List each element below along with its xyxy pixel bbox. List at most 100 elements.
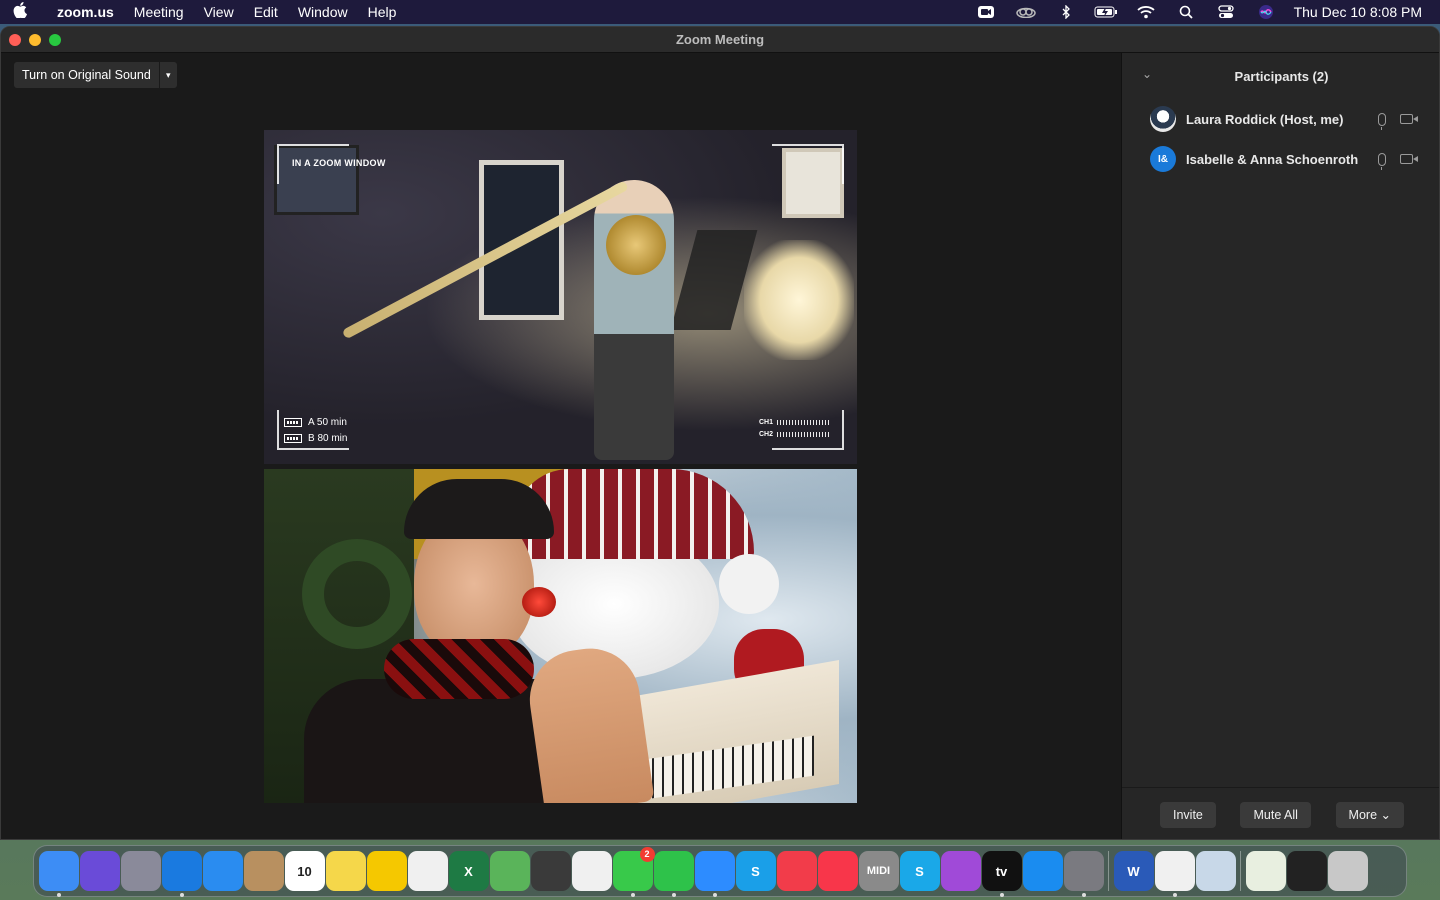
camera-icon[interactable] (1400, 154, 1418, 164)
dock: 10 X 2 S MIDI Stv W (33, 845, 1407, 897)
camera-icon[interactable] (1400, 114, 1418, 124)
host-scarf (384, 639, 534, 699)
menu-edit[interactable]: Edit (244, 0, 288, 24)
dock-music-icon[interactable] (817, 851, 858, 891)
battery-icon (284, 434, 302, 443)
dock-chrome-icon[interactable] (1154, 851, 1195, 897)
dock-excel-icon[interactable]: X (448, 851, 489, 891)
wifi-icon[interactable] (1126, 0, 1166, 24)
menu-window[interactable]: Window (288, 0, 358, 24)
overlay-channel-1: CH1 (759, 419, 829, 426)
dock-cloud-icon[interactable] (366, 851, 407, 891)
zoom-status-icon[interactable] (966, 0, 1006, 24)
menu-bar-clock[interactable]: Thu Dec 10 8:08 PM (1286, 4, 1440, 20)
menu-app-name[interactable]: zoom.us (40, 0, 124, 24)
dock-icon-label: MIDI (866, 865, 891, 877)
dock-app-store-icon[interactable] (1022, 851, 1063, 891)
window-title: Zoom Meeting (675, 32, 765, 47)
dock-screenshot-folder-icon[interactable] (1286, 851, 1327, 891)
dock-maps-icon[interactable] (489, 851, 530, 891)
dock-finder-icon[interactable] (38, 851, 79, 897)
running-indicator (1172, 893, 1177, 897)
wreath (302, 539, 412, 649)
close-window-button[interactable] (9, 34, 21, 46)
battery-icon[interactable] (1086, 0, 1126, 24)
menu-bar: zoom.us Meeting View Edit Window Help Th… (0, 0, 1440, 24)
menu-meeting[interactable]: Meeting (124, 0, 194, 24)
mute-all-button[interactable]: Mute All (1240, 801, 1311, 828)
running-indicator (712, 893, 717, 897)
original-sound-button[interactable]: Turn on Original Sound (14, 62, 159, 88)
dock-launchpad-icon[interactable] (120, 851, 161, 891)
dock-notes-icon[interactable] (325, 851, 366, 891)
siri-icon[interactable] (1246, 0, 1286, 24)
channel-1-label: CH1 (758, 419, 773, 426)
dock-photos-icon[interactable] (571, 851, 612, 891)
dock-messages-icon[interactable]: 2 (612, 847, 655, 897)
bluetooth-icon[interactable] (1046, 0, 1086, 24)
dock-podcasts-icon[interactable] (940, 851, 981, 891)
apple-menu-icon[interactable] (0, 1, 40, 23)
creative-cloud-icon[interactable] (1006, 0, 1046, 24)
spotlight-icon[interactable] (1166, 0, 1206, 24)
participants-footer: Invite Mute All More ⌄ (1122, 787, 1439, 839)
fullscreen-window-button[interactable] (49, 34, 61, 46)
dock-contacts-icon[interactable] (243, 851, 284, 891)
participant-status-icons (1378, 112, 1418, 130)
dock-preview-icon[interactable] (1195, 851, 1236, 891)
participant-row[interactable]: I& Isabelle & Anna Schoenroth (1122, 139, 1439, 179)
dock-calculator-icon[interactable] (530, 851, 571, 891)
dock-zoom-icon[interactable] (694, 851, 735, 897)
dock-separator (1240, 851, 1241, 891)
invite-button[interactable]: Invite (1160, 801, 1216, 828)
dock-mail-icon[interactable] (202, 851, 243, 891)
control-center-icon[interactable] (1206, 0, 1246, 24)
dock-scrobbles-icon[interactable]: S (899, 851, 940, 891)
battery-b-label: B 80 min (308, 433, 348, 444)
dock-safari-icon[interactable] (161, 851, 202, 897)
dock-news-icon[interactable] (776, 851, 817, 891)
menu-view[interactable]: View (194, 0, 244, 24)
menu-help[interactable]: Help (358, 0, 407, 24)
lamp-glow (744, 240, 854, 360)
dock-icon-label: S (751, 863, 760, 879)
battery-icon (284, 418, 302, 427)
notification-badge: 2 (639, 847, 655, 862)
trombone-bell (606, 215, 666, 275)
viewfinder-corner (277, 410, 349, 450)
dock-calendar-icon[interactable]: 10 (284, 851, 325, 891)
running-indicator (179, 893, 184, 897)
dock-siri-icon[interactable] (79, 851, 120, 891)
dock-html-file-icon[interactable] (1245, 851, 1286, 891)
participant-row[interactable]: Laura Roddick (Host, me) (1122, 99, 1439, 139)
dock-trash-icon[interactable] (1327, 851, 1368, 891)
original-sound-control: Turn on Original Sound ▾ (14, 62, 177, 88)
dock-reminders-icon[interactable] (407, 851, 448, 891)
dock-midi-icon[interactable]: MIDI (858, 851, 899, 891)
microphone-icon[interactable] (1378, 152, 1386, 170)
dock-apple-tv-icon[interactable]: tv (981, 851, 1022, 897)
channel-2-label: CH2 (758, 431, 773, 438)
running-indicator (671, 893, 676, 897)
microphone-icon[interactable] (1378, 112, 1386, 130)
original-sound-dropdown-icon[interactable]: ▾ (158, 62, 177, 88)
menu-bar-left: zoom.us Meeting View Edit Window Help (0, 0, 406, 24)
dock-facetime-icon[interactable] (653, 851, 694, 897)
participant-name: Laura Roddick (Host, me) (1186, 111, 1344, 127)
viewfinder-corner (772, 144, 844, 184)
window-titlebar: Zoom Meeting (1, 27, 1439, 53)
participant-name: Isabelle & Anna Schoenroth (1186, 151, 1359, 167)
minimize-window-button[interactable] (29, 34, 41, 46)
battery-a-label: A 50 min (308, 417, 347, 428)
more-button[interactable]: More ⌄ (1335, 801, 1404, 828)
collapse-chevron-icon[interactable]: ⌄ (1142, 67, 1152, 81)
running-indicator (56, 893, 61, 897)
dock-skype-icon[interactable]: S (735, 851, 776, 891)
participant-status-icons (1378, 152, 1418, 170)
running-indicator (630, 893, 635, 897)
dock-word-icon[interactable]: W (1113, 851, 1154, 891)
participant-video-trombone[interactable]: IN A ZOOM WINDOW A 50 min B 80 min CH1 C… (264, 130, 857, 464)
participant-video-host[interactable] (264, 469, 857, 803)
dock-icon-label: X (464, 863, 473, 879)
dock-system-preferences-icon[interactable] (1063, 851, 1104, 897)
